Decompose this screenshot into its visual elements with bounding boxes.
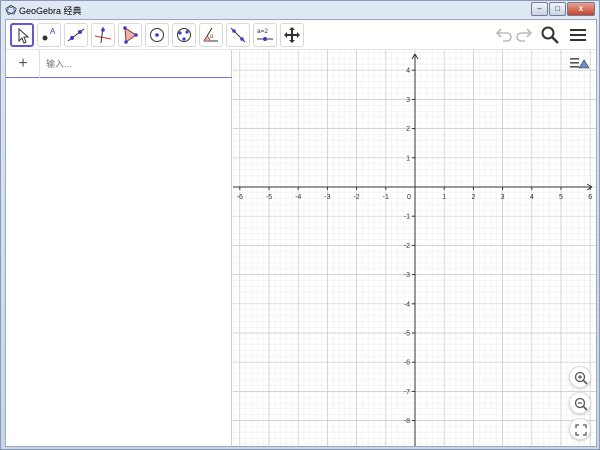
zoom-out-icon [574,397,588,411]
point-tool-button[interactable]: A [37,23,61,47]
ellipse-tool-button[interactable] [172,23,196,47]
graphics-style-icon [570,58,590,69]
point-label: A [50,27,56,36]
angle-label: α [210,34,214,40]
line-tool-button[interactable] [64,23,88,47]
window-title: GeoGebra 经典 [19,6,82,16]
divider [39,50,40,78]
zoom-in-button[interactable] [569,366,591,388]
slider-label: a=2 [257,28,268,35]
move-arrows-icon [284,27,300,43]
y-tick-label: -6 [404,360,410,367]
y-tick-label: 4 [406,68,410,75]
algebra-view: + [6,50,232,446]
search-icon[interactable] [539,24,561,46]
y-tick-label: -3 [404,272,410,279]
menu-icon[interactable] [567,24,589,46]
add-item-button[interactable]: + [14,55,32,73]
x-tick-label: 2 [471,194,475,201]
algebra-input-row: + [6,50,232,78]
fullscreen-icon [575,424,587,436]
client-area: A α a=2 + 输入... -6 -5 -4 -3 -2 -1 0 1 2 … [5,19,597,447]
graphics-view[interactable]: -6 -5 -4 -3 -2 -1 0 1 2 3 4 5 6 4 3 2 1 -1 -2 -3 -4 -5 -6 -7 -8 [233,50,596,446]
slider-tool-button[interactable]: a=2 [253,23,277,47]
app-window: GeoGebra 经典 – □ x A α a=2 + 输入... -6 -5 … [0,0,600,450]
title-bar[interactable]: GeoGebra 经典 – □ x [1,1,600,19]
zoom-out-button[interactable] [569,392,591,414]
reflect-tool-button[interactable] [226,23,250,47]
polygon-icon [123,26,138,44]
move-graphics-tool-button[interactable] [280,23,304,47]
circle-icon [150,28,164,42]
perpendicular-icon [94,26,112,44]
ellipse-icon [177,28,191,42]
reflect-icon [230,27,246,43]
y-tick-label: 3 [406,97,410,104]
algebra-input[interactable] [46,57,216,71]
circle-tool-button[interactable] [145,23,169,47]
y-tick-label: -4 [404,301,410,308]
toolbar: A α a=2 [6,20,596,50]
coordinate-grid[interactable]: -6 -5 -4 -3 -2 -1 0 1 2 3 4 5 6 4 3 2 1 -1 -2 -3 -4 -5 -6 -7 -8 [233,50,596,446]
y-tick-label: 1 [406,155,410,162]
fullscreen-button[interactable] [569,418,591,440]
point-icon: A [42,27,56,41]
maximize-button[interactable]: □ [549,2,566,16]
window-controls: – □ x [530,2,595,16]
x-tick-label: 6 [588,194,592,201]
x-tick-label: -4 [295,194,301,201]
x-tick-label: 5 [559,194,563,201]
x-tick-label: -2 [353,194,359,201]
x-tick-label: 3 [501,194,505,201]
y-tick-label: -2 [404,243,410,250]
polygon-tool-button[interactable] [118,23,142,47]
geogebra-logo-icon [5,4,17,15]
angle-tool-button[interactable]: α [199,23,223,47]
zoom-in-icon [574,371,588,385]
x-tick-label: -5 [266,194,272,201]
x-tick-label: -6 [237,194,243,201]
arrow-pointer-icon [18,27,30,44]
style-bar-toggle-button[interactable] [568,52,590,74]
x-tick-label: 1 [442,194,446,201]
y-tick-label: -8 [404,418,410,425]
move-tool-button[interactable] [10,23,34,47]
perpendicular-tool-button[interactable] [91,23,115,47]
y-tick-label: -5 [404,331,410,338]
close-button[interactable]: x [567,2,595,16]
x-tick-label: 4 [530,194,534,201]
slider-icon: a=2 [257,28,273,41]
minimize-button[interactable]: – [531,2,548,16]
y-tick-label: -1 [404,214,410,221]
line-icon [67,28,85,42]
x-tick-label: -1 [383,194,389,201]
undo-icon[interactable] [493,24,515,46]
redo-icon[interactable] [513,24,535,46]
y-tick-label: -7 [404,389,410,396]
x-tick-label: 0 [407,194,411,201]
y-tick-label: 2 [406,126,410,133]
angle-icon: α [203,27,218,42]
x-tick-label: -3 [324,194,330,201]
